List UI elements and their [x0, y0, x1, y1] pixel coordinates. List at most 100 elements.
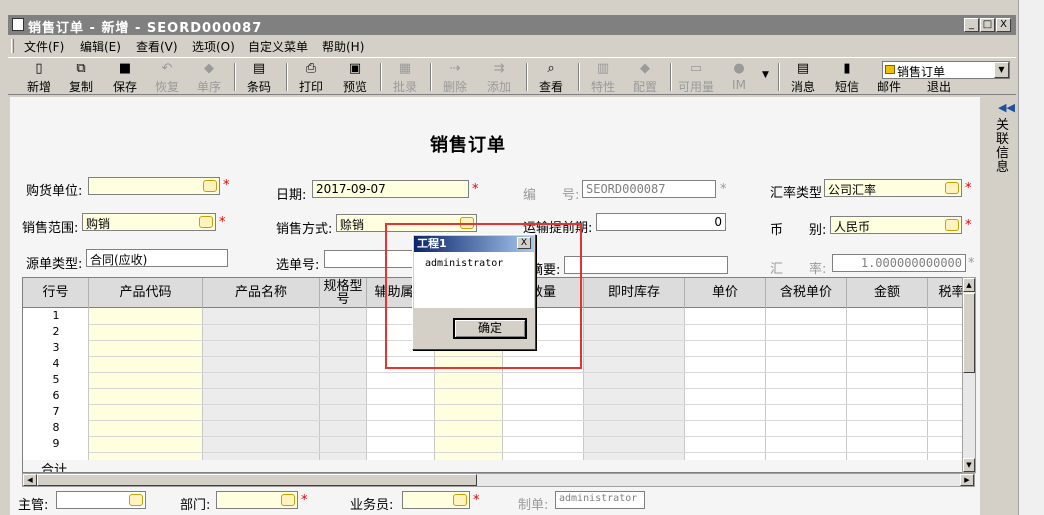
lookup-icon[interactable]	[129, 494, 143, 506]
lookup-icon[interactable]	[199, 216, 213, 228]
rate-field: 1.000000000000	[832, 254, 966, 272]
staff-field[interactable]	[402, 491, 470, 509]
price-column[interactable]	[685, 308, 766, 460]
im-button[interactable]: ● IM	[724, 61, 754, 93]
col-header[interactable]: 产品名称	[203, 278, 320, 308]
form-scroll-gutter	[980, 97, 990, 515]
scope-field[interactable]: 购销	[82, 213, 216, 231]
col-header[interactable]: 金额	[847, 278, 928, 308]
table-row[interactable]: 1	[23, 309, 89, 322]
delete-row-button[interactable]: ⇢ 删除	[440, 61, 470, 95]
menu-view[interactable]: 查看(V)	[136, 38, 178, 55]
mail-button[interactable]: 邮件	[874, 78, 904, 94]
available-button[interactable]: ▭ 可用量	[676, 61, 716, 95]
save-icon: ■	[118, 61, 132, 76]
lookup-icon[interactable]	[945, 182, 959, 194]
menu-options[interactable]: 选项(O)	[192, 38, 235, 55]
lookup-icon[interactable]	[453, 494, 467, 506]
summary-field[interactable]	[564, 256, 728, 274]
batch-button[interactable]: ▦ 批录	[390, 61, 420, 95]
outer-window-edge	[1018, 0, 1044, 515]
currency-field[interactable]: 人民币	[830, 216, 962, 234]
undo-button[interactable]: ↶ 恢复	[152, 61, 182, 95]
save-button[interactable]: ■ 保存	[110, 61, 140, 95]
col-header[interactable]: 行号	[23, 278, 89, 308]
config-button[interactable]: ◆ 配置	[630, 61, 660, 95]
scroll-left-icon[interactable]: ◀	[23, 474, 37, 486]
print-button[interactable]: ⎙ 打印	[296, 61, 326, 95]
col-header[interactable]: 含税单价	[766, 278, 847, 308]
bill-type-value: 销售订单	[897, 65, 946, 79]
table-row[interactable]: 8	[23, 421, 89, 434]
lead-time-field[interactable]: 0	[596, 213, 726, 231]
chevron-down-icon[interactable]: ▼	[994, 62, 1009, 78]
table-vertical-scrollbar[interactable]: ▲ ▼	[962, 277, 976, 473]
row-divider	[89, 452, 974, 453]
batch-icon: ▦	[398, 61, 412, 76]
toolbar-separator	[578, 63, 580, 91]
table-row[interactable]: 5	[23, 373, 89, 386]
table-row[interactable]: 9	[23, 437, 89, 450]
product-name-column	[203, 308, 320, 460]
collapse-left-icon[interactable]: ◀◀	[998, 101, 1015, 114]
scrollbar-thumb[interactable]	[963, 293, 975, 373]
source-type-label: 源单类型:	[26, 257, 83, 272]
exit-button[interactable]: 退出	[924, 78, 954, 94]
menu-file[interactable]: 文件(F)	[24, 38, 64, 55]
close-button[interactable]: X	[996, 18, 1011, 32]
menu-edit[interactable]: 编辑(E)	[80, 38, 121, 55]
scroll-right-icon[interactable]: ▶	[960, 474, 974, 486]
preview-button[interactable]: ▣ 预览	[340, 61, 370, 95]
table-row[interactable]: 7	[23, 405, 89, 418]
product-code-column[interactable]	[89, 308, 203, 460]
required-mark: *	[223, 178, 230, 193]
scroll-up-icon[interactable]: ▲	[963, 278, 975, 292]
table-row[interactable]: 2	[23, 325, 89, 338]
dept-field[interactable]	[216, 491, 298, 509]
table-row[interactable]: 6	[23, 389, 89, 402]
buyer-field[interactable]	[88, 177, 220, 195]
menu-custom[interactable]: 自定义菜单	[248, 38, 308, 55]
message-button[interactable]: ▤ 消息	[788, 61, 818, 95]
rate-type-label: 汇率类型	[770, 186, 823, 201]
manager-field[interactable]	[56, 491, 146, 509]
related-info-panel[interactable]: ◀◀ 关联信息	[990, 97, 1018, 515]
sms-button[interactable]: ▮ 短信	[832, 61, 862, 95]
tax-price-column[interactable]	[766, 308, 847, 460]
col-header[interactable]: 单价	[685, 278, 766, 308]
rate-type-field[interactable]: 公司汇率	[824, 179, 962, 197]
lookup-icon[interactable]	[945, 219, 959, 231]
manager-label: 主管:	[18, 498, 49, 513]
col-header[interactable]: 即时库存	[584, 278, 685, 308]
amount-column[interactable]	[847, 308, 928, 460]
new-button[interactable]: ▯ 新增	[24, 61, 54, 95]
bill-type-combo[interactable]: 销售订单 ▼	[882, 61, 1010, 79]
undo-icon: ↶	[161, 61, 173, 76]
view-button[interactable]: ⌕ 查看	[536, 61, 566, 95]
lookup-icon[interactable]	[203, 180, 217, 192]
table-horizontal-scrollbar[interactable]: ◀ ▶	[22, 473, 975, 487]
minimize-button[interactable]: _	[964, 18, 979, 32]
toolbar-overflow-icon[interactable]: ▼	[762, 70, 769, 80]
scroll-down-icon[interactable]: ▼	[963, 458, 975, 472]
add-row-button[interactable]: ⇉ 添加	[484, 61, 514, 95]
table-row[interactable]: 4	[23, 357, 89, 370]
scrollbar-thumb[interactable]	[37, 474, 477, 486]
barcode-button[interactable]: ▤ 条码	[244, 61, 274, 95]
copy-button[interactable]: ⧉ 复制	[66, 61, 96, 95]
toolbar-separator	[778, 63, 780, 91]
sequence-button[interactable]: ◆ 单序	[194, 61, 224, 95]
menu-help[interactable]: 帮助(H)	[322, 38, 364, 55]
col-header[interactable]: 产品代码	[89, 278, 203, 308]
table-row[interactable]: 3	[23, 341, 89, 354]
required-mark: *	[720, 182, 727, 197]
lookup-icon[interactable]	[281, 494, 295, 506]
maximize-button[interactable]: □	[980, 18, 995, 32]
sequence-icon: ◆	[204, 61, 214, 76]
add-row-icon: ⇉	[493, 61, 505, 76]
feature-button[interactable]: ▥ 特性	[588, 61, 618, 95]
date-field[interactable]: 2017-09-07	[312, 180, 469, 198]
col-header[interactable]: 规格型号	[320, 278, 367, 308]
source-type-field[interactable]: 合同(应收)	[86, 249, 228, 267]
menu-bar: 文件(F) 编辑(E) 查看(V) 选项(O) 自定义菜单 帮助(H)	[8, 36, 1016, 56]
